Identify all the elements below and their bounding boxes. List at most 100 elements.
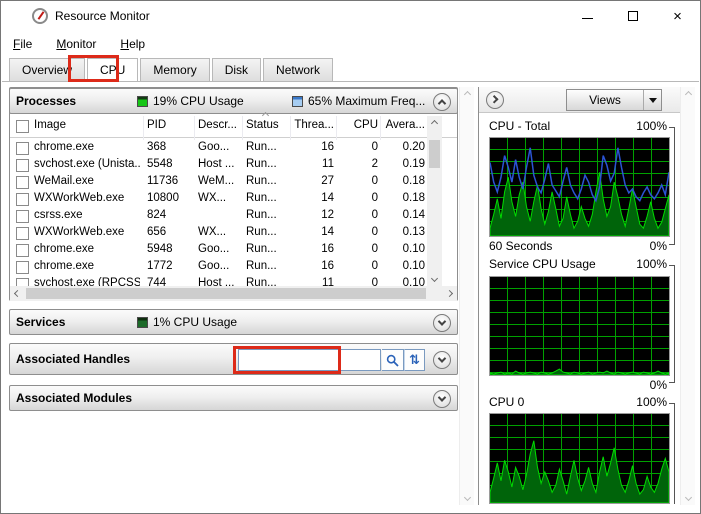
graph-max-label: 100%: [636, 395, 667, 409]
window-title: Resource Monitor: [55, 9, 150, 23]
cell-cpu: 0: [338, 226, 378, 238]
table-row[interactable]: chrome.exe 5948 Goo... Run... 16 0 0.10: [10, 242, 427, 259]
left-pane-scrollbar[interactable]: [459, 87, 474, 505]
row-checkbox[interactable]: [16, 193, 29, 206]
row-checkbox[interactable]: [16, 261, 29, 274]
row-checkbox[interactable]: [16, 176, 29, 189]
scroll-left-arrow[interactable]: [10, 286, 25, 301]
cell-threads: 27: [294, 175, 334, 187]
table-row[interactable]: svchost.exe (Unista... 5548 Host ... Run…: [10, 157, 427, 174]
graphs-pane-scrollbar[interactable]: [680, 87, 695, 505]
table-row[interactable]: WeMail.exe 11736 WeM... Run... 27 0 0.18: [10, 174, 427, 191]
title-bar[interactable]: Resource Monitor ×: [1, 1, 700, 31]
column-header-image[interactable]: Image: [34, 119, 140, 131]
menu-file[interactable]: File: [5, 34, 40, 54]
cpu-total-graph: [489, 137, 670, 237]
cell-description: WeM...: [198, 175, 242, 187]
column-header-description[interactable]: Descr...: [198, 119, 242, 131]
cell-average-cpu: 0.10: [382, 243, 425, 255]
scroll-down-arrow[interactable]: [460, 490, 475, 505]
cell-threads: 12: [294, 209, 334, 221]
minimize-button[interactable]: [565, 1, 610, 31]
row-checkbox[interactable]: [16, 142, 29, 155]
column-header-status[interactable]: Status: [246, 119, 290, 131]
cell-description: WX...: [198, 192, 242, 204]
cell-pid: 744: [147, 277, 192, 286]
services-section-bar[interactable]: Services 1% CPU Usage: [9, 309, 458, 335]
tab-bar: Overview CPU Memory Disk Network: [9, 58, 335, 81]
cpu0-label-row: CPU 0 100%: [489, 395, 667, 409]
graph-title: CPU 0: [489, 395, 524, 409]
row-checkbox[interactable]: [16, 278, 29, 286]
scroll-down-arrow[interactable]: [681, 490, 696, 505]
views-dropdown-arrow[interactable]: [643, 90, 661, 110]
process-table-body: chrome.exe 368 Goo... Run... 16 0 0.20 s…: [10, 140, 427, 286]
table-row[interactable]: WXWorkWeb.exe 10800 WX... Run... 14 0 0.…: [10, 191, 427, 208]
cell-status: Run...: [246, 175, 290, 187]
table-row[interactable]: svchost.exe (RPCSS 744 Host ... Run... 1…: [10, 276, 427, 286]
cell-average-cpu: 0.19: [382, 158, 425, 170]
scroll-up-arrow[interactable]: [427, 116, 442, 131]
views-button[interactable]: Views: [566, 89, 662, 111]
scroll-up-arrow[interactable]: [460, 87, 475, 102]
menu-help[interactable]: Help: [112, 34, 153, 54]
graph-title: CPU - Total: [489, 119, 550, 133]
associated-modules-section-bar[interactable]: Associated Modules: [9, 385, 458, 411]
cell-pid: 5948: [147, 243, 192, 255]
cpu0-plot: [490, 414, 669, 503]
process-table-header[interactable]: Image PID Descr... Status Threa... CPU A…: [10, 116, 457, 138]
associated-handles-section-bar[interactable]: Associated Handles ⇅: [9, 343, 458, 375]
row-checkbox[interactable]: [16, 244, 29, 257]
column-header-cpu[interactable]: CPU: [338, 119, 378, 131]
tab-overview[interactable]: Overview: [9, 58, 85, 81]
table-row[interactable]: csrss.exe 824 Run... 12 0 0.14: [10, 208, 427, 225]
cell-description: Goo...: [198, 141, 242, 153]
modules-expand-button[interactable]: [433, 390, 451, 408]
close-button[interactable]: ×: [655, 1, 700, 31]
processes-collapse-button[interactable]: [433, 93, 451, 111]
resource-monitor-icon: [32, 8, 48, 24]
chevron-up-icon: [438, 99, 446, 107]
menu-monitor[interactable]: Monitor: [48, 34, 104, 54]
maximize-button[interactable]: [610, 1, 655, 31]
row-checkbox[interactable]: [16, 227, 29, 240]
cell-image: WXWorkWeb.exe: [34, 226, 140, 238]
column-header-threads[interactable]: Threa...: [294, 119, 334, 131]
select-all-checkbox[interactable]: [16, 120, 29, 133]
tab-memory[interactable]: Memory: [140, 58, 209, 81]
scroll-up-arrow[interactable]: [681, 87, 696, 102]
table-horizontal-scrollbar[interactable]: [10, 286, 457, 301]
services-expand-button[interactable]: [433, 314, 451, 332]
resource-monitor-window: Resource Monitor × File Monitor Help Ove…: [0, 0, 701, 514]
table-row[interactable]: chrome.exe 368 Goo... Run... 16 0 0.20: [10, 140, 427, 157]
cell-description: Goo...: [198, 260, 242, 272]
tab-network[interactable]: Network: [263, 58, 333, 81]
row-checkbox[interactable]: [16, 159, 29, 172]
refresh-search-button[interactable]: ⇅: [404, 349, 425, 371]
handles-search-input[interactable]: [238, 349, 381, 371]
table-row[interactable]: WXWorkWeb.exe 656 WX... Run... 14 0 0.13: [10, 225, 427, 242]
cell-status: Run...: [246, 243, 290, 255]
cell-average-cpu: 0.18: [382, 175, 425, 187]
cell-cpu: 0: [338, 209, 378, 221]
processes-header-bar[interactable]: Processes 19% CPU Usage 65% Maximum Freq…: [9, 88, 458, 114]
tab-disk[interactable]: Disk: [212, 58, 261, 81]
search-icon: [386, 354, 399, 367]
scrollbar-thumb[interactable]: [429, 140, 440, 168]
tab-cpu[interactable]: CPU: [87, 58, 138, 81]
table-row[interactable]: chrome.exe 1772 Goo... Run... 16 0 0.10: [10, 259, 427, 276]
minimize-icon: [582, 18, 593, 19]
row-checkbox[interactable]: [16, 210, 29, 223]
table-vertical-scrollbar[interactable]: [427, 116, 442, 286]
scroll-right-arrow[interactable]: [442, 286, 457, 301]
scroll-down-arrow[interactable]: [427, 271, 442, 286]
column-header-average-cpu[interactable]: Avera...: [382, 119, 425, 131]
column-header-pid[interactable]: PID: [147, 119, 192, 131]
pane-expand-button[interactable]: [486, 91, 504, 109]
scrollbar-thumb[interactable]: [26, 288, 426, 299]
cell-cpu: 0: [338, 260, 378, 272]
cell-pid: 5548: [147, 158, 192, 170]
search-button[interactable]: [382, 349, 404, 371]
handles-expand-button[interactable]: [433, 351, 451, 369]
chevron-down-icon: [438, 354, 446, 362]
